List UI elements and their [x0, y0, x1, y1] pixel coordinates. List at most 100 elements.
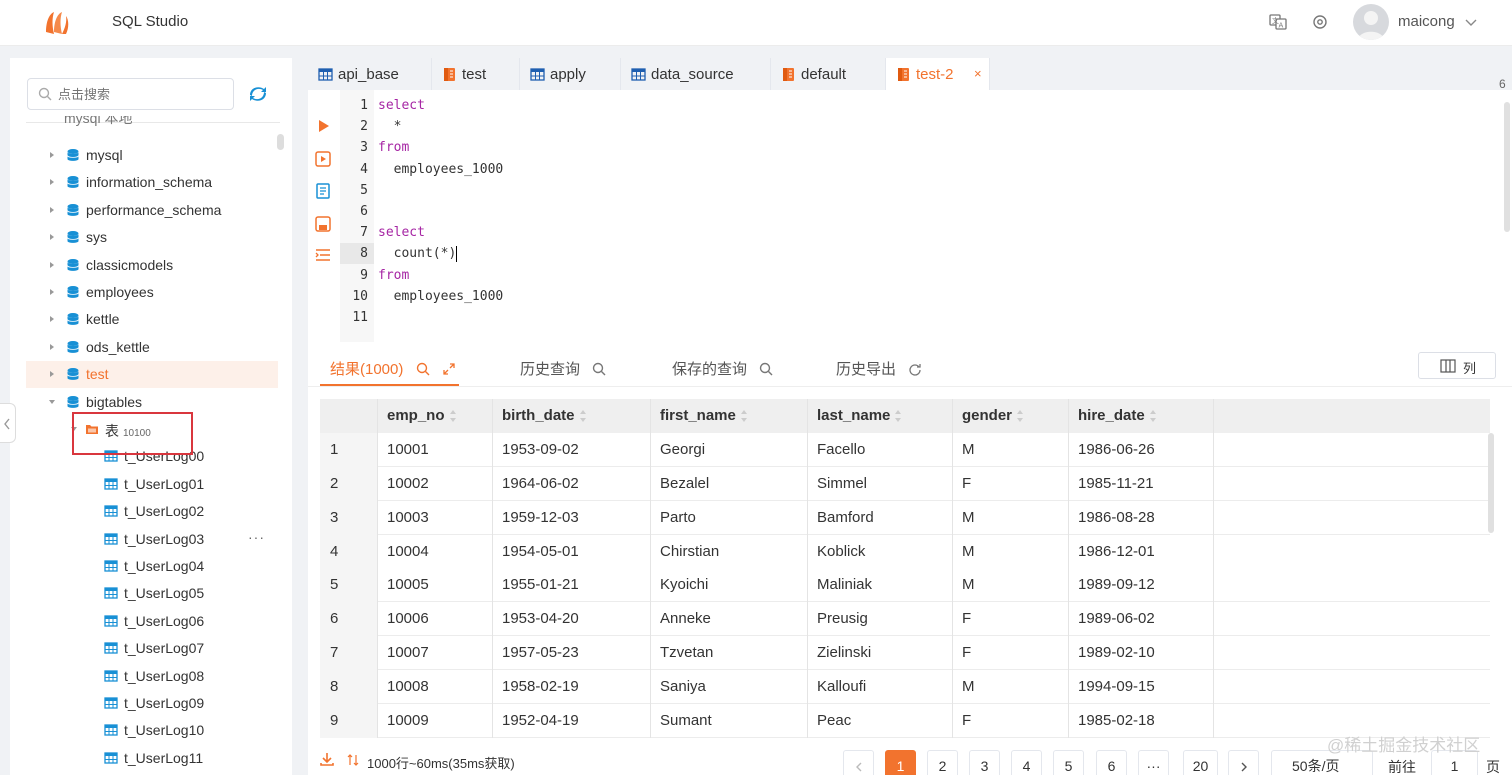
table-cell[interactable]: 1957-05-23 — [492, 636, 650, 670]
table-cell[interactable]: Peac — [807, 704, 952, 738]
avatar[interactable] — [1353, 4, 1389, 40]
table-cell[interactable]: Tzvetan — [650, 636, 807, 670]
table-cell[interactable]: Kyoichi — [650, 568, 807, 602]
tab-default[interactable]: default — [771, 58, 886, 90]
prev-page-button[interactable] — [843, 750, 874, 775]
tab-api_base[interactable]: api_base — [308, 58, 432, 90]
tree-item-t_UserLog07[interactable]: t_UserLog07 — [26, 635, 278, 662]
table-cell[interactable]: Saniya — [650, 670, 807, 704]
table-cell[interactable]: M — [952, 670, 1068, 704]
table-cell[interactable]: 1985-11-21 — [1068, 467, 1213, 501]
column-header[interactable]: last_name — [807, 399, 952, 433]
tree-item-t_UserLog10[interactable]: t_UserLog10 — [26, 717, 278, 744]
code-line[interactable]: * — [378, 116, 402, 137]
tree-item-test[interactable]: test — [26, 361, 278, 389]
row-index[interactable]: 2 — [320, 466, 377, 501]
tab-data_source[interactable]: data_source — [621, 58, 771, 90]
column-header[interactable]: birth_date — [492, 399, 650, 433]
row-index[interactable]: 4 — [320, 534, 377, 569]
table-cell[interactable]: Anneke — [650, 602, 807, 636]
table-cell[interactable]: 10007 — [377, 636, 492, 670]
table-cell[interactable]: Simmel — [807, 467, 952, 501]
run-selected-icon[interactable] — [314, 150, 332, 168]
code-line[interactable]: employees_1000 — [378, 286, 504, 307]
table-cell[interactable]: 1959-12-03 — [492, 501, 650, 535]
table-cell[interactable]: Koblick — [807, 535, 952, 569]
table-cell[interactable]: 1958-02-19 — [492, 670, 650, 704]
column-header[interactable] — [320, 399, 377, 433]
table-cell[interactable]: F — [952, 636, 1068, 670]
page-button-4[interactable]: 4 — [1011, 750, 1042, 775]
settings-icon[interactable] — [1311, 13, 1329, 31]
tab-history-export[interactable]: 历史导出 — [836, 358, 922, 379]
tab-saved-query[interactable]: 保存的查询 — [672, 358, 773, 379]
code-line[interactable]: from — [378, 265, 409, 286]
table-cell[interactable]: 1954-05-01 — [492, 535, 650, 569]
column-header[interactable]: first_name — [650, 399, 807, 433]
tree-item-performance_schema[interactable]: performance_schema — [26, 197, 278, 224]
tab-test[interactable]: test — [432, 58, 520, 90]
row-index[interactable]: 3 — [320, 500, 377, 535]
tree-item-classicmodels[interactable]: classicmodels — [26, 252, 278, 279]
tree-item-partial[interactable]: mysql 本地 — [26, 116, 278, 130]
tab-apply[interactable]: apply — [520, 58, 621, 90]
tab-overflow-count[interactable]: 6 — [1499, 77, 1506, 91]
tab-results[interactable]: 结果(1000) — [330, 358, 456, 379]
close-icon[interactable]: × — [974, 66, 982, 81]
table-cell[interactable]: 10009 — [377, 704, 492, 738]
table-cell[interactable]: Georgi — [650, 433, 807, 467]
table-row[interactable]: 1 10001 1953-09-02 Georgi Facello M 1986-06-26 — [320, 433, 1490, 467]
code-line[interactable]: from — [378, 137, 409, 158]
tree-item-t_UserLog03[interactable]: t_UserLog03 ··· — [26, 526, 278, 553]
search-icon[interactable] — [759, 362, 773, 376]
table-cell[interactable]: Bezalel — [650, 467, 807, 501]
table-cell[interactable]: 1986-08-28 — [1068, 501, 1213, 535]
column-header[interactable]: gender — [952, 399, 1068, 433]
page-button-6[interactable]: 6 — [1096, 750, 1127, 775]
table-cell[interactable]: 1985-02-18 — [1068, 704, 1213, 738]
row-index[interactable]: 8 — [320, 669, 377, 704]
table-cell[interactable]: M — [952, 501, 1068, 535]
row-index[interactable]: 7 — [320, 636, 377, 671]
table-cell[interactable]: Kalloufi — [807, 670, 952, 704]
page-button-20[interactable]: 20 — [1183, 750, 1218, 775]
row-index[interactable]: 5 — [320, 568, 377, 603]
tree-item-t_UserLog02[interactable]: t_UserLog02 — [26, 498, 278, 525]
table-row[interactable]: 2 10002 1964-06-02 Bezalel Simmel F 1985-11-21 — [320, 466, 1490, 501]
table-cell[interactable]: Preusig — [807, 602, 952, 636]
tree-item-mysql[interactable]: mysql — [26, 142, 278, 169]
table-cell[interactable]: 1989-02-10 — [1068, 636, 1213, 670]
table-cell[interactable]: 1955-01-21 — [492, 568, 650, 602]
columns-button[interactable]: 列 — [1418, 352, 1496, 379]
tree-item-t_UserLog06[interactable]: t_UserLog06 — [26, 608, 278, 635]
format-icon[interactable] — [314, 246, 332, 264]
explain-icon[interactable] — [314, 182, 332, 200]
sidebar-collapse-handle[interactable] — [0, 403, 16, 443]
expand-icon[interactable] — [442, 362, 456, 376]
chevron-down-icon[interactable] — [1464, 15, 1478, 29]
table-cell[interactable]: 1986-12-01 — [1068, 535, 1213, 569]
table-scrollbar[interactable] — [1488, 433, 1494, 533]
search-icon[interactable] — [416, 362, 430, 376]
table-cell[interactable]: M — [952, 535, 1068, 569]
search-input[interactable] — [58, 85, 228, 103]
tab-history-query[interactable]: 历史查询 — [520, 358, 606, 379]
more-pages-button[interactable]: ··· — [1138, 750, 1169, 775]
run-icon[interactable] — [314, 117, 332, 135]
table-cell[interactable]: 1953-09-02 — [492, 433, 650, 467]
table-cell[interactable]: 10001 — [377, 433, 492, 467]
table-cell[interactable]: 1952-04-19 — [492, 704, 650, 738]
sidebar-scrollbar[interactable] — [277, 134, 284, 150]
table-cell[interactable]: 1989-09-12 — [1068, 568, 1213, 602]
table-cell[interactable]: 10008 — [377, 670, 492, 704]
next-page-button[interactable] — [1228, 750, 1259, 775]
table-cell[interactable]: Bamford — [807, 501, 952, 535]
table-cell[interactable]: Parto — [650, 501, 807, 535]
refresh-icon[interactable] — [248, 84, 268, 104]
tree-item-t_UserLog05[interactable]: t_UserLog05 — [26, 580, 278, 607]
tree-item-employees[interactable]: employees — [26, 279, 278, 306]
column-header[interactable]: hire_date — [1068, 399, 1213, 433]
tab-test-2[interactable]: test-2 × — [886, 58, 990, 90]
table-cell[interactable]: 1986-06-26 — [1068, 433, 1213, 467]
refresh-icon[interactable] — [908, 362, 922, 376]
